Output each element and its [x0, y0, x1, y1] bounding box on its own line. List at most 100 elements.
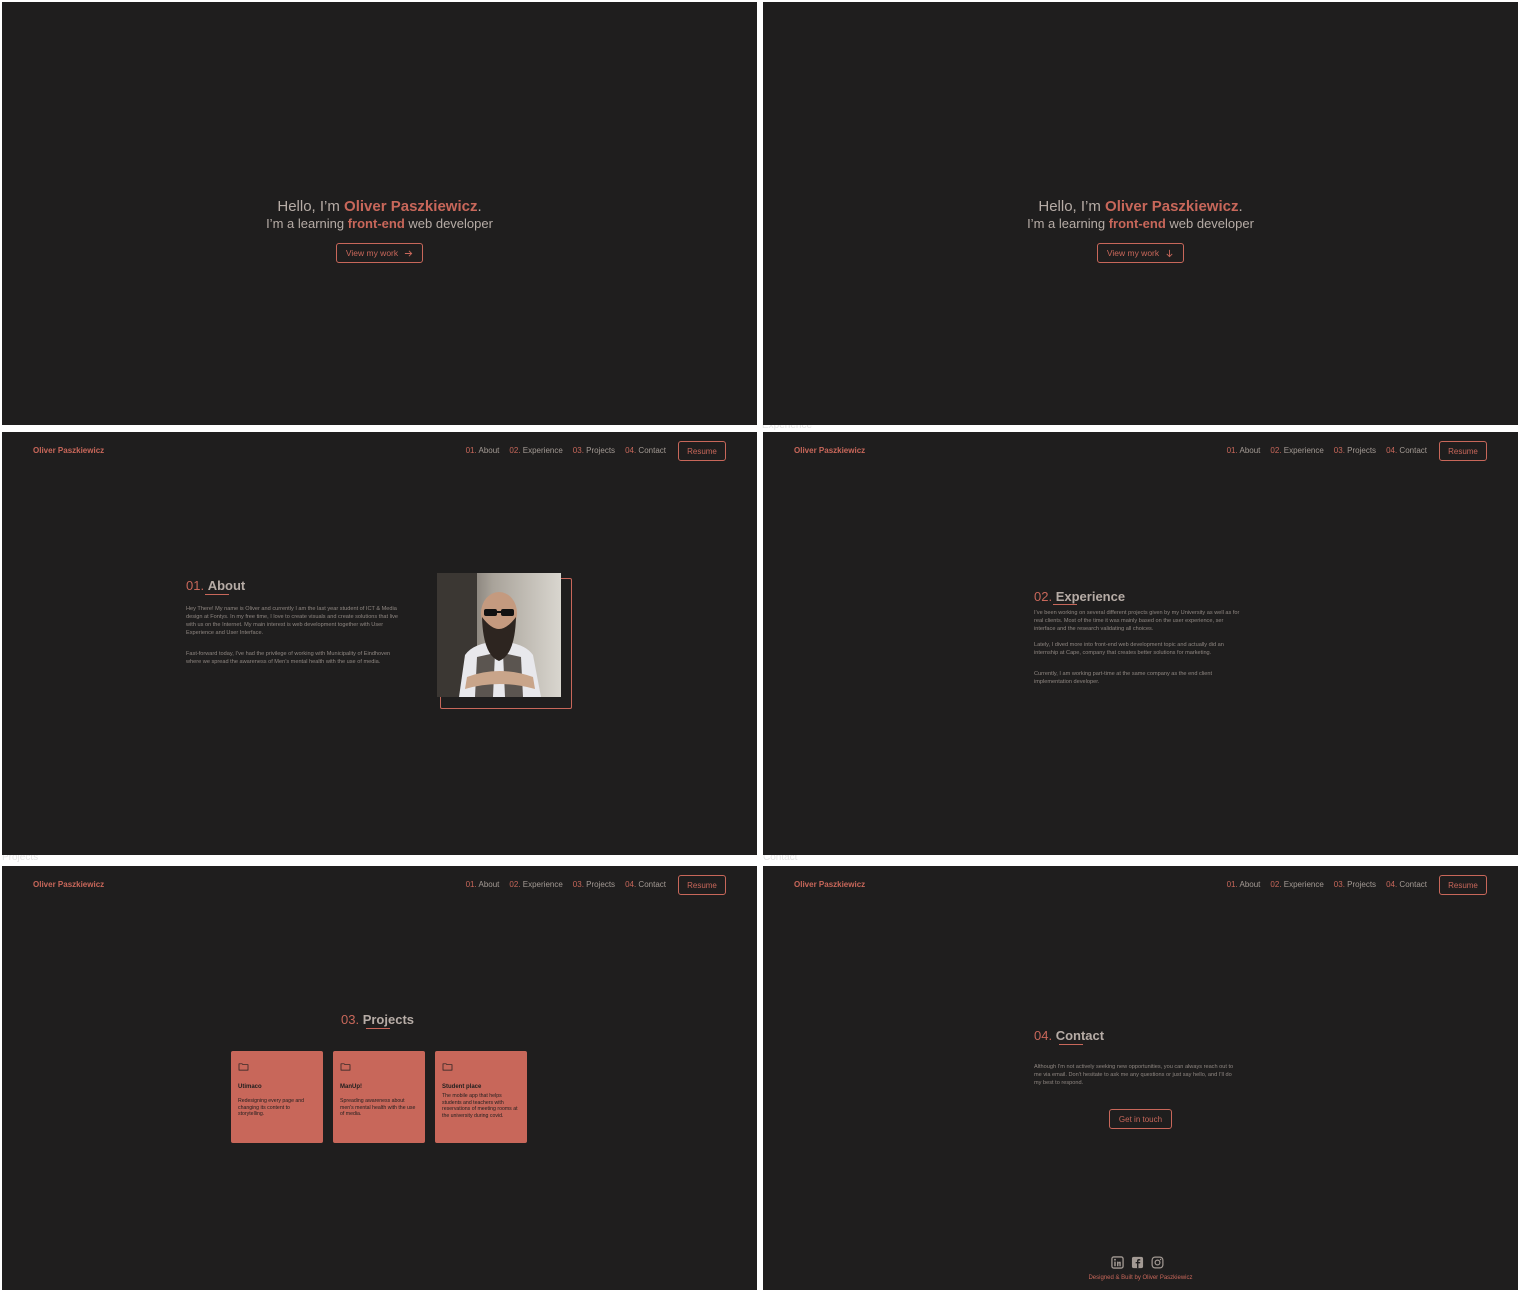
- hero-tag-suffix: web developer: [404, 216, 493, 231]
- nav-item-label: Projects: [586, 446, 616, 455]
- experience-paragraph-3: Currently, I am working part-time at the…: [1034, 671, 1213, 685]
- nav-item-contact[interactable]: 04. Contact: [625, 446, 666, 455]
- footer-credit: Designed & Built by Oliver Paszkiewicz: [1088, 1275, 1193, 1281]
- nav-item-number: 04.: [625, 880, 637, 889]
- project-card-student-place[interactable]: Student place The mobile app that helps …: [435, 1051, 527, 1143]
- view-my-work-label: View my work: [1106, 248, 1160, 258]
- nav-item-number: 02.: [509, 880, 521, 889]
- hero-period: .: [1238, 198, 1243, 215]
- project-title: Student place: [442, 1084, 482, 1090]
- nav-item-number: 04.: [1386, 880, 1398, 889]
- about-heading: 01. About: [186, 578, 245, 593]
- hero-tag-suffix: web developer: [1165, 216, 1254, 231]
- hero-greeting: Hello, I’m Oliver Paszkiewicz.: [2, 198, 757, 215]
- view-my-work-label: View my work: [345, 248, 399, 258]
- project-title: ManUp!: [340, 1084, 362, 1090]
- contact-section: Oliver Paszkiewicz 01. About 02. Experie…: [763, 866, 1518, 1290]
- hero-tag-prefix: I’m a learning: [1027, 216, 1109, 231]
- hero: Hello, I’m Oliver Paszkiewicz. I’m a lea…: [763, 198, 1518, 263]
- nav-item-number: 02.: [1270, 446, 1282, 455]
- nav-item-experience[interactable]: 02. Experience: [1270, 880, 1323, 889]
- hero-name: Oliver Paszkiewicz: [1105, 198, 1239, 215]
- facebook-icon[interactable]: [1131, 1256, 1144, 1269]
- get-in-touch-button[interactable]: Get in touch: [1109, 1109, 1172, 1129]
- experience-section: Oliver Paszkiewicz 01. About 02. Experie…: [763, 432, 1518, 855]
- nav-item-number: 01.: [1226, 446, 1238, 455]
- view-my-work-button[interactable]: View my work: [335, 243, 424, 263]
- nav-menu: 01. About 02. Experience 03. Projects 04…: [466, 880, 666, 889]
- nav-item-contact[interactable]: 04. Contact: [1386, 880, 1427, 889]
- hero-tag-prefix: I’m a learning: [266, 216, 348, 231]
- hero-section-down-arrow: Hello, I’m Oliver Paszkiewicz. I’m a lea…: [763, 2, 1518, 425]
- arrow-down-icon: [1166, 249, 1173, 257]
- resume-button[interactable]: Resume: [1439, 441, 1487, 461]
- experience-heading: 02. Experience: [1034, 589, 1125, 604]
- view-my-work-button[interactable]: View my work: [1096, 243, 1185, 263]
- nav-item-about[interactable]: 01. About: [466, 446, 500, 455]
- hero-greeting-text: Hello, I’m: [277, 198, 345, 215]
- project-description: Redesigning every page and changing its …: [238, 1098, 305, 1118]
- nav-item-label: Experience: [1283, 446, 1324, 455]
- project-description: The mobile app that helps students and t…: [442, 1093, 518, 1119]
- nav-item-number: 03.: [1333, 880, 1345, 889]
- nav-item-label: Projects: [1347, 446, 1377, 455]
- section-number: 01.: [186, 578, 205, 593]
- nav-item-experience[interactable]: 02. Experience: [509, 446, 562, 455]
- nav-menu: 01. About 02. Experience 03. Projects 04…: [1227, 446, 1427, 455]
- brand-logo[interactable]: Oliver Paszkiewicz: [794, 446, 865, 455]
- hero-tag-strong: front-end: [347, 216, 405, 231]
- hero-tag-strong: front-end: [1108, 216, 1166, 231]
- nav-item-contact[interactable]: 04. Contact: [1386, 446, 1427, 455]
- nav-item-number: 01.: [1226, 880, 1238, 889]
- project-card-utimaco[interactable]: Utimaco Redesigning every page and chang…: [231, 1051, 323, 1143]
- top-nav: Oliver Paszkiewicz 01. About 02. Experie…: [2, 866, 757, 902]
- resume-button[interactable]: Resume: [1439, 875, 1487, 895]
- nav-item-number: 04.: [625, 446, 637, 455]
- nav-item-label: Experience: [522, 880, 563, 889]
- arrow-right-icon: [405, 249, 413, 257]
- nav-item-contact[interactable]: 04. Contact: [625, 880, 666, 889]
- resume-button[interactable]: Resume: [678, 441, 726, 461]
- nav-item-number: 01.: [465, 446, 477, 455]
- nav-item-label: Contact: [638, 880, 666, 889]
- nav-item-projects[interactable]: 03. Projects: [573, 880, 615, 889]
- social-links: [1111, 1256, 1164, 1269]
- nav-item-number: 02.: [1270, 880, 1282, 889]
- nav-item-experience[interactable]: 02. Experience: [1270, 446, 1323, 455]
- heading-underline: [1053, 604, 1077, 605]
- nav-item-number: 03.: [572, 446, 584, 455]
- linkedin-icon[interactable]: [1111, 1256, 1124, 1269]
- nav-item-projects[interactable]: 03. Projects: [573, 446, 615, 455]
- nav-item-experience[interactable]: 02. Experience: [509, 880, 562, 889]
- nav-item-label: Experience: [522, 446, 563, 455]
- nav-item-about[interactable]: 01. About: [1227, 880, 1261, 889]
- nav-item-projects[interactable]: 03. Projects: [1334, 446, 1376, 455]
- brand-logo[interactable]: Oliver Paszkiewicz: [794, 880, 865, 889]
- about-paragraph-2: Fast-forward today, I’ve had the privile…: [186, 651, 391, 665]
- instagram-icon[interactable]: [1151, 1256, 1164, 1269]
- brand-logo[interactable]: Oliver Paszkiewicz: [33, 880, 104, 889]
- resume-button[interactable]: Resume: [678, 875, 726, 895]
- projects-heading: 03. Projects: [341, 1012, 414, 1027]
- nav-item-about[interactable]: 01. About: [1227, 446, 1261, 455]
- nav-item-label: About: [1239, 446, 1261, 455]
- section-number: 03.: [341, 1012, 360, 1027]
- nav-item-number: 02.: [509, 446, 521, 455]
- top-nav: Oliver Paszkiewicz 01. About 02. Experie…: [763, 866, 1518, 902]
- nav-item-projects[interactable]: 03. Projects: [1334, 880, 1376, 889]
- section-title: Contact: [1055, 1028, 1105, 1043]
- nav-item-label: Contact: [1399, 446, 1427, 455]
- heading-underline: [205, 594, 229, 595]
- experience-paragraph-1: I’ve been working on several different p…: [1034, 610, 1240, 632]
- nav-item-label: About: [478, 446, 500, 455]
- projects-section: Oliver Paszkiewicz 01. About 02. Experie…: [2, 866, 757, 1290]
- hero-period: .: [477, 198, 482, 215]
- nav-item-label: Contact: [1399, 880, 1427, 889]
- folder-icon: [238, 1063, 249, 1071]
- folder-icon: [340, 1063, 351, 1071]
- brand-logo[interactable]: Oliver Paszkiewicz: [33, 446, 104, 455]
- project-card-manup[interactable]: ManUp! Spreading awareness about men's m…: [333, 1051, 425, 1143]
- nav-item-about[interactable]: 01. About: [466, 880, 500, 889]
- hero-greeting-text: Hello, I’m: [1038, 198, 1106, 215]
- nav-item-label: About: [478, 880, 500, 889]
